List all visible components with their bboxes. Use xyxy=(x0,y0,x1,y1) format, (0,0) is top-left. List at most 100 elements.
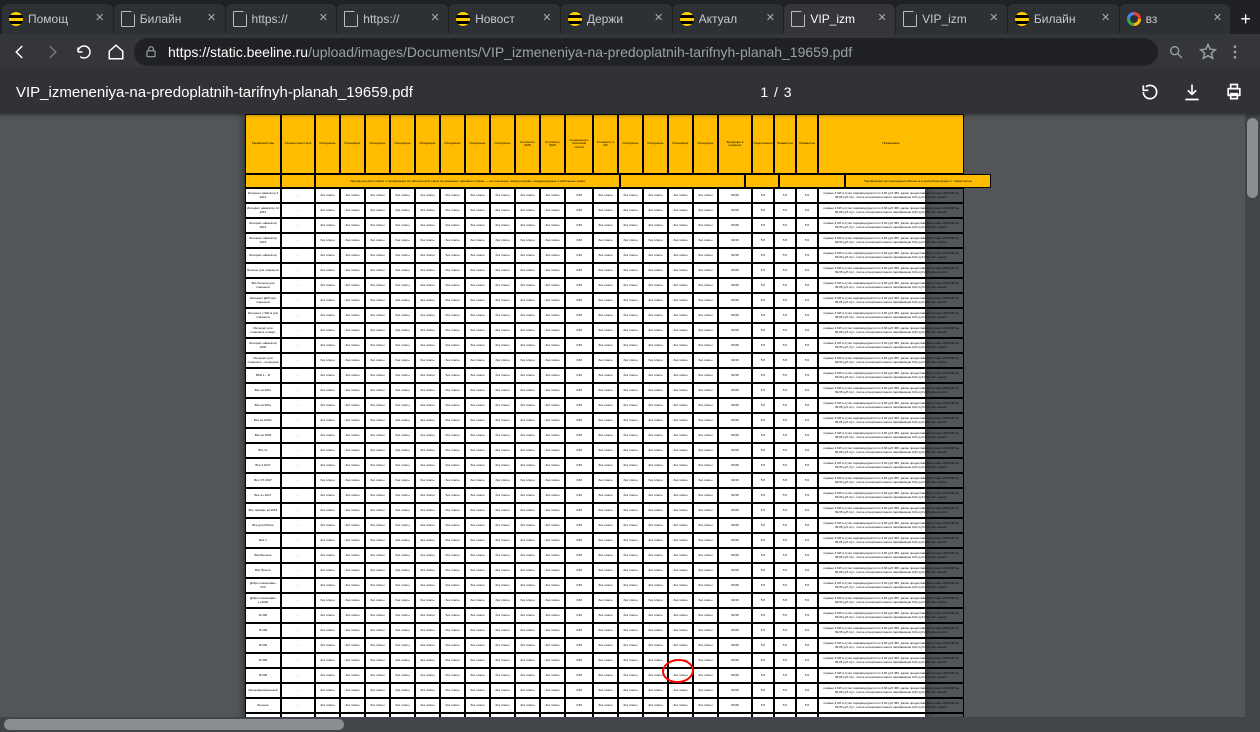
table-cell: без платы xyxy=(515,413,540,428)
table-cell: без платы xyxy=(693,458,718,473)
site-search-icon[interactable] xyxy=(1162,44,1190,60)
table-cell: без платы xyxy=(440,338,465,353)
reload-button[interactable] xyxy=(70,38,98,66)
table-cell: первые 3 Мб в сутки тарифицируются по 3,… xyxy=(818,533,964,548)
close-tab-icon[interactable]: ✕ xyxy=(316,12,330,26)
close-tab-icon[interactable]: ✕ xyxy=(93,12,107,26)
pdf-toolbar: VIP_izmeneniya-na-predoplatnih-tarifnyh-… xyxy=(0,70,1260,114)
table-cell: 3,60 xyxy=(565,668,593,683)
table-cell: без платы xyxy=(593,428,618,443)
bee-favicon-icon xyxy=(1014,11,1030,27)
table-cell: без платы xyxy=(365,503,390,518)
back-button[interactable] xyxy=(6,38,34,66)
table-cell: 5,5 xyxy=(796,368,818,383)
table-cell: без платы xyxy=(465,188,490,203)
table-cell: без платы xyxy=(643,308,668,323)
table-cell: без платы xyxy=(365,608,390,623)
table-cell: без платы xyxy=(315,263,340,278)
close-tab-icon[interactable]: ✕ xyxy=(205,12,219,26)
table-cell: - xyxy=(281,323,315,338)
table-cell: без платы xyxy=(515,233,540,248)
table-cell: - xyxy=(281,698,315,713)
close-tab-icon[interactable]: ✕ xyxy=(1099,12,1113,26)
table-cell: без платы xyxy=(340,308,365,323)
print-icon[interactable] xyxy=(1224,82,1244,102)
url-path: /upload/images/Documents/VIP_izmeneniya-… xyxy=(308,44,852,60)
table-cell: 5,5 xyxy=(752,548,774,563)
browser-tab[interactable]: https://✕ xyxy=(226,4,337,34)
table-cell: без платы xyxy=(668,548,693,563)
table-cell: 99,95 xyxy=(718,203,752,218)
url-bar[interactable]: https://static.beeline.ru/upload/images/… xyxy=(134,38,1158,66)
browser-tab[interactable]: Новост✕ xyxy=(449,4,560,34)
horizontal-scrollbar[interactable] xyxy=(0,717,1245,732)
table-cell: 5,5 xyxy=(774,698,796,713)
table-cell: 5,5 xyxy=(752,608,774,623)
pdf-title: VIP_izmeneniya-na-predoplatnih-tarifnyh-… xyxy=(16,84,413,101)
lock-icon xyxy=(144,45,160,59)
browser-tab[interactable]: VIP_izm✕ xyxy=(784,4,895,34)
table-row: M 500-без платыбез платыбез платыбез пла… xyxy=(245,668,925,683)
table-cell: без платы xyxy=(515,263,540,278)
table-cell: без платы xyxy=(490,413,515,428)
table-cell: без платы xyxy=(365,443,390,458)
browser-tab[interactable]: Помощ✕ xyxy=(2,4,113,34)
vertical-scrollbar-thumb[interactable] xyxy=(1247,118,1258,198)
table-cell: 5,5 xyxy=(796,233,818,248)
table-cell: без платы xyxy=(693,623,718,638)
browser-tab[interactable]: вз✕ xyxy=(1120,4,1231,34)
close-tab-icon[interactable]: ✕ xyxy=(428,12,442,26)
table-cell: без платы xyxy=(515,203,540,218)
table-cell: без платы xyxy=(440,533,465,548)
table-cell: 99,95 xyxy=(718,248,752,263)
browser-tab[interactable]: Билайн✕ xyxy=(1008,4,1119,34)
browser-tab[interactable]: Актуал✕ xyxy=(673,4,784,34)
table-cell: без платы xyxy=(693,383,718,398)
close-tab-icon[interactable]: ✕ xyxy=(763,12,777,26)
table-cell: без платы xyxy=(515,278,540,293)
vertical-scrollbar[interactable] xyxy=(1245,114,1260,732)
browser-tab[interactable]: Билайн✕ xyxy=(114,4,225,34)
close-tab-icon[interactable]: ✕ xyxy=(540,12,554,26)
new-tab-button[interactable]: + xyxy=(1231,4,1260,34)
more-icon[interactable] xyxy=(1226,43,1254,61)
table-cell: первые 3 Мб в сутки тарифицируются по 3,… xyxy=(818,503,964,518)
table-cell: без платы xyxy=(540,458,565,473)
home-button[interactable] xyxy=(102,38,130,66)
table-row: Все за 1500-без платыбез платыбез платыб… xyxy=(245,428,925,443)
close-tab-icon[interactable]: ✕ xyxy=(987,12,1001,26)
browser-tab[interactable]: Держи✕ xyxy=(561,4,672,34)
pdf-viewport[interactable]: Тарифный планАбонентская платаИсходящиеИ… xyxy=(0,114,1260,732)
table-cell: 5,5 xyxy=(752,353,774,368)
browser-tab[interactable]: VIP_izm✕ xyxy=(896,4,1007,34)
browser-tab[interactable]: https://✕ xyxy=(337,4,448,34)
table-cell: без платы xyxy=(693,203,718,218)
table-cell: 5,5 xyxy=(774,413,796,428)
table-cell: без платы xyxy=(490,293,515,308)
table-cell: без платы xyxy=(540,653,565,668)
close-tab-icon[interactable]: ✕ xyxy=(1210,12,1224,26)
table-cell: 99,95 xyxy=(718,218,752,233)
close-tab-icon[interactable]: ✕ xyxy=(875,12,889,26)
table-cell: без платы xyxy=(515,608,540,623)
download-icon[interactable] xyxy=(1182,82,1202,102)
bookmark-star-icon[interactable] xyxy=(1194,43,1222,61)
table-cell: без платы xyxy=(593,398,618,413)
table-cell: без платы xyxy=(440,368,465,383)
forward-button[interactable] xyxy=(38,38,66,66)
table-cell: 5,5 xyxy=(752,698,774,713)
rotate-icon[interactable] xyxy=(1140,82,1160,102)
table-cell: без платы xyxy=(490,443,515,458)
table-cell: без платы xyxy=(340,323,365,338)
horizontal-scrollbar-thumb[interactable] xyxy=(4,719,344,730)
close-tab-icon[interactable]: ✕ xyxy=(652,12,666,26)
table-cell: без платы xyxy=(415,623,440,638)
table-cell: 99,95 xyxy=(718,413,752,428)
table-cell: 5,5 xyxy=(796,188,818,203)
table-cell: без платы xyxy=(415,203,440,218)
table-cell: 3,60 xyxy=(565,443,593,458)
table-cell: без платы xyxy=(515,338,540,353)
table-cell: без платы xyxy=(593,218,618,233)
table-cell: без платы xyxy=(340,428,365,443)
table-cell: первые 3 Мб в сутки тарифицируются по 3,… xyxy=(818,263,964,278)
